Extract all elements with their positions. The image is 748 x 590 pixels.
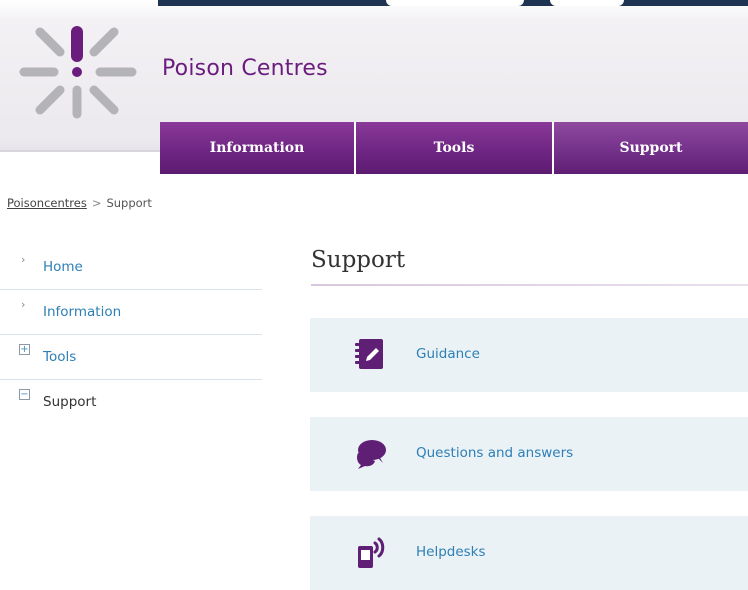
tab-support[interactable]: Support: [554, 122, 748, 174]
sidebar-nav: › Home › Information + Tools − Support: [0, 245, 262, 425]
sidebar-item-label[interactable]: Information: [43, 304, 121, 320]
sidebar-item-label[interactable]: Tools: [43, 349, 76, 365]
breadcrumb-current: Support: [106, 196, 152, 210]
guidance-card[interactable]: Guidance: [310, 318, 748, 392]
sidebar-item-home[interactable]: › Home: [0, 245, 262, 290]
chevron-right-icon: ›: [21, 253, 26, 266]
tab-information[interactable]: Information: [160, 122, 356, 174]
helpdesks-link[interactable]: Helpdesks: [416, 544, 486, 560]
top-strip: [158, 0, 748, 6]
breadcrumb-separator: >: [91, 196, 102, 210]
sidebar-item-label: Support: [43, 394, 97, 410]
notebook-pencil-icon: [355, 339, 383, 369]
questions-card[interactable]: Questions and answers: [310, 417, 748, 491]
chevron-right-icon: ›: [21, 298, 26, 311]
main-nav: Information Tools Support: [160, 122, 748, 174]
helpdesks-card[interactable]: Helpdesks: [310, 516, 748, 590]
site-title[interactable]: Poison Centres: [162, 56, 328, 81]
header-divider: [0, 150, 160, 152]
breadcrumb: Poisoncentres > Support: [7, 196, 152, 210]
tab-tools[interactable]: Tools: [356, 122, 554, 174]
sidebar-item-tools[interactable]: + Tools: [0, 335, 262, 380]
sidebar-item-information[interactable]: › Information: [0, 290, 262, 335]
logo-icon[interactable]: [12, 14, 142, 124]
minus-box-icon[interactable]: −: [19, 389, 30, 400]
heading-divider: [311, 284, 748, 286]
page-title: Support: [311, 247, 406, 273]
questions-link[interactable]: Questions and answers: [416, 445, 573, 461]
guidance-link[interactable]: Guidance: [416, 346, 480, 362]
sidebar-item-support[interactable]: − Support: [0, 380, 262, 425]
plus-box-icon[interactable]: +: [19, 344, 30, 355]
phone-signal-icon: [358, 537, 385, 568]
sidebar-item-label[interactable]: Home: [43, 259, 83, 275]
breadcrumb-root-link[interactable]: Poisoncentres: [7, 196, 87, 210]
speech-bubbles-icon: [357, 440, 386, 469]
